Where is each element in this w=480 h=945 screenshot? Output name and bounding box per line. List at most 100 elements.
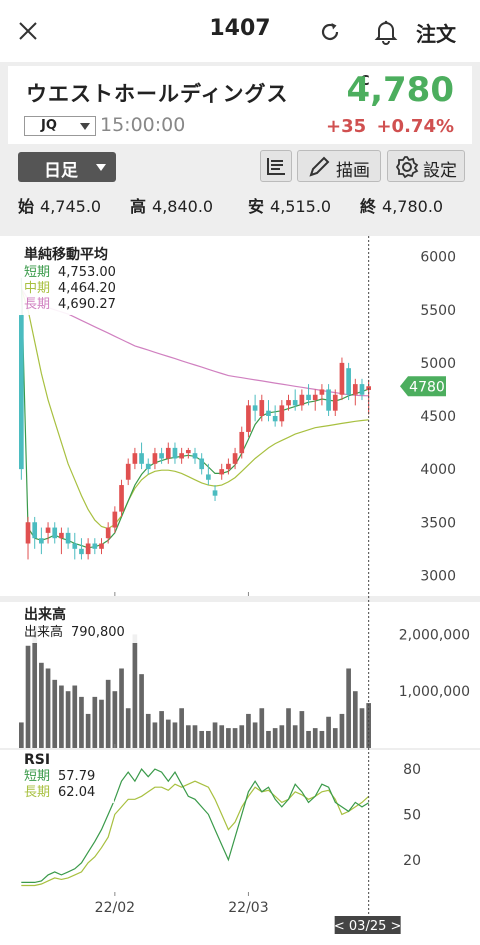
candle-body (25, 522, 31, 544)
volume-bar (226, 728, 231, 748)
ma-legend-row: 短期 4,753.00 (24, 265, 140, 281)
volume-bar (259, 708, 265, 748)
candle-body (159, 453, 164, 459)
volume-bar (306, 730, 311, 748)
draw-label: 描画 (336, 161, 370, 181)
volume-bar (72, 685, 78, 748)
candle-body (125, 463, 131, 480)
date-tick-label: 22/03 (228, 900, 268, 916)
volume-bar (319, 730, 325, 748)
candle-body (132, 453, 138, 464)
candle-body (112, 511, 118, 528)
candle-body (72, 543, 78, 549)
ohlc-close-key: 終 (360, 197, 377, 216)
volume-bar (359, 708, 365, 748)
price-badge-label: 4780 (409, 379, 445, 395)
candle-body (239, 431, 245, 454)
candle-body (19, 315, 24, 470)
candle-body (165, 447, 171, 459)
top-bar: 1407 注文 (0, 0, 480, 62)
volume-bar (199, 730, 205, 748)
volume-bar (172, 722, 178, 748)
volume-bar (292, 725, 298, 748)
volume-bar (352, 691, 358, 748)
candle-body (312, 394, 318, 401)
rsi-legend-row: 長期 62.04 (24, 785, 108, 801)
candle-body (266, 410, 271, 416)
volume-bar (246, 713, 251, 748)
period-select[interactable]: 日足 (18, 152, 116, 182)
rsi-tick-label: 20 (403, 853, 421, 869)
volume-bar (326, 716, 331, 748)
candle-body (206, 474, 211, 480)
ohlc-row: 始 4,745.0 高 4,840.0 安 4,515.0 終 4,780.0 (0, 192, 480, 218)
ma-long-value: 4,690.27 (58, 297, 116, 312)
candle-body (172, 447, 178, 459)
candle-body (352, 384, 358, 395)
candle-body (272, 416, 278, 422)
market-select[interactable]: JQ (24, 116, 96, 136)
volume-tick-label: 2,000,000 (399, 627, 470, 643)
price-change: +35 +0.74% (326, 116, 454, 137)
price-tick-label: 4000 (420, 462, 456, 478)
ma-legend: 単純移動平均 短期 4,753.00 中期 4,464.20 長期 4,690.27 (18, 242, 146, 315)
volume-bar (139, 674, 144, 748)
order-button[interactable]: 注文 (416, 18, 456, 47)
candle-body (232, 453, 238, 464)
candle-body (85, 543, 91, 555)
candle-body (219, 469, 225, 475)
candle-body (246, 405, 251, 432)
rsi-legend-row: 短期 57.79 (24, 769, 108, 785)
volume-bar (212, 722, 218, 748)
candle-body (52, 527, 58, 539)
ohlc-high-value: 4,840.0 (152, 197, 214, 216)
stock-name: ウエストホールディングス (26, 82, 289, 106)
candle-body (292, 400, 298, 406)
settings-button[interactable]: 設定 (387, 150, 465, 182)
refresh-icon[interactable] (318, 20, 342, 44)
volume-bar (232, 728, 238, 748)
candle-body (99, 543, 104, 549)
candle-body (279, 405, 285, 422)
price-tick-label: 6000 (420, 250, 456, 266)
candle-body (185, 450, 191, 454)
change-percent: +0.74% (376, 116, 454, 137)
candle-body (299, 394, 305, 406)
candle-body (252, 405, 258, 411)
volume-legend-row: 出来高 790,800 (24, 625, 132, 641)
candle-body (346, 368, 351, 395)
volume-bar (266, 730, 271, 748)
volume-bar (185, 725, 191, 748)
volume-bar (219, 725, 225, 748)
pencil-icon (309, 156, 330, 177)
candle-body (332, 394, 338, 411)
chart-area[interactable]: 6000 5500 5000 4500 4000 3500 3000 4780 2,000,00… (0, 226, 480, 945)
ma-legend-row: 中期 4,464.20 (24, 281, 140, 297)
volume-bar (99, 699, 104, 748)
volume-bar (39, 662, 44, 748)
app-root: 1407 注文 ウエストホールディングス JQ 15:00:00 C 4,780… (0, 0, 480, 945)
rsi-long-value: 62.04 (58, 785, 96, 800)
volume-bar (152, 722, 158, 748)
volume-bar (192, 725, 198, 748)
volume-bar (239, 725, 245, 748)
ohlc-open-key: 始 (18, 197, 35, 216)
ma-short-label: 短期 (24, 265, 51, 280)
stock-chart[interactable]: 6000 5500 5000 4500 4000 3500 3000 4780 2,000,00… (0, 226, 480, 945)
candle-body (32, 522, 38, 539)
volume-bar (179, 708, 184, 748)
volume-bar (165, 719, 171, 748)
price-tick-label: 4500 (420, 409, 456, 425)
current-price: 4,780 (346, 70, 454, 110)
bell-icon[interactable] (374, 19, 398, 45)
indicator-list-button[interactable] (260, 150, 292, 182)
volume-bar (272, 728, 278, 748)
ohlc-high-key: 高 (130, 197, 147, 216)
rsi-short-label: 短期 (24, 769, 51, 784)
candle-body (192, 453, 198, 459)
market-value: JQ (41, 118, 57, 133)
volume-legend: 出来高 出来高 790,800 (18, 602, 138, 643)
ohlc-high: 高 4,840.0 (130, 193, 213, 217)
draw-button[interactable]: 描画 (297, 150, 381, 182)
gear-icon (395, 156, 419, 179)
